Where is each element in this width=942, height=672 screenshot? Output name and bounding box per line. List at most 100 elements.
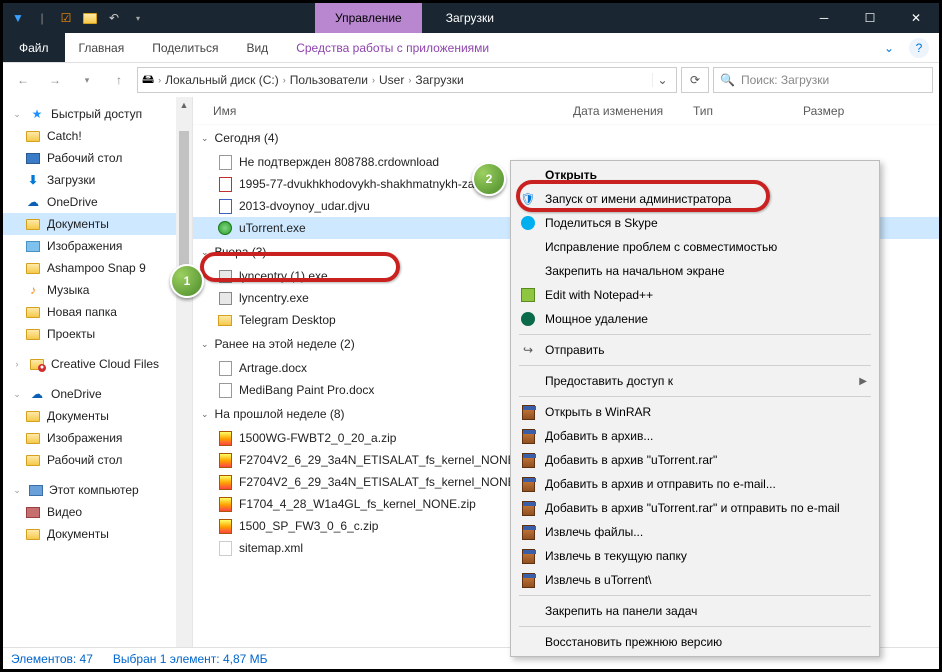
address-box[interactable]: 🖴 › Локальный диск (C:)› Пользователи› U… bbox=[137, 67, 677, 93]
sidebar-scrollbar[interactable]: ▲ bbox=[176, 97, 192, 647]
breadcrumb-seg[interactable]: User› bbox=[379, 73, 411, 87]
folder-icon: ⬇ bbox=[25, 172, 41, 188]
context-menu-item[interactable]: Мощное удаление bbox=[513, 307, 877, 331]
context-menu-item[interactable]: Восстановить прежнюю версию bbox=[513, 630, 877, 654]
minimize-button[interactable]: ─ bbox=[801, 3, 847, 33]
sidebar-onedrive[interactable]: ⌄☁OneDrive bbox=[3, 383, 192, 405]
col-name[interactable]: Имя bbox=[213, 104, 573, 118]
context-menu-item[interactable]: Добавить в архив "uTorrent.rar" bbox=[513, 448, 877, 472]
context-menu-item[interactable]: Edit with Notepad++ bbox=[513, 283, 877, 307]
folder-icon bbox=[25, 326, 41, 342]
file-icon bbox=[217, 382, 233, 398]
context-menu-item[interactable]: Извлечь в uTorrent\ bbox=[513, 568, 877, 592]
back-button[interactable]: ← bbox=[9, 66, 37, 94]
sidebar-item[interactable]: ♪Музыка bbox=[3, 279, 192, 301]
context-menu-item[interactable]: Открыть bbox=[513, 163, 877, 187]
context-icon bbox=[519, 427, 537, 445]
context-menu-item[interactable]: Закрепить на панели задач bbox=[513, 599, 877, 623]
folder-icon[interactable] bbox=[79, 7, 101, 29]
context-menu-item[interactable]: 🛡Запуск от имени администратора bbox=[513, 187, 877, 211]
col-type[interactable]: Тип bbox=[693, 104, 803, 118]
breadcrumb-seg[interactable]: Локальный диск (C:)› bbox=[165, 73, 286, 87]
undo-icon[interactable]: ↶ bbox=[103, 7, 125, 29]
sidebar-item[interactable]: ⬇Загрузки bbox=[3, 169, 192, 191]
tab-view[interactable]: Вид bbox=[232, 33, 282, 62]
cc-icon: ● bbox=[29, 356, 45, 372]
star-icon: ★ bbox=[29, 106, 45, 122]
divider-icon: | bbox=[31, 7, 53, 29]
breadcrumb-seg[interactable]: Загрузки bbox=[415, 73, 463, 87]
context-menu-item[interactable]: Добавить в архив... bbox=[513, 424, 877, 448]
context-icon bbox=[519, 523, 537, 541]
help-icon[interactable]: ? bbox=[909, 38, 929, 58]
sidebar-cc-files[interactable]: ›●Creative Cloud Files bbox=[3, 353, 192, 375]
breadcrumb-seg[interactable]: Пользователи› bbox=[290, 73, 375, 87]
col-date[interactable]: Дата изменения bbox=[573, 104, 693, 118]
file-icon bbox=[217, 452, 233, 468]
group-header[interactable]: ⌄Сегодня (4) bbox=[193, 125, 939, 151]
context-icon: 🛡 bbox=[519, 190, 537, 208]
refresh-button[interactable]: ⟳ bbox=[681, 67, 709, 93]
qat-dropdown-icon[interactable]: ▾ bbox=[127, 7, 149, 29]
address-dropdown-icon[interactable]: ⌄ bbox=[652, 73, 672, 87]
col-size[interactable]: Размер bbox=[803, 104, 873, 118]
context-menu-item[interactable]: Предоставить доступ к▶ bbox=[513, 369, 877, 393]
tab-home[interactable]: Главная bbox=[65, 33, 139, 62]
context-menu-item[interactable]: Открыть в WinRAR bbox=[513, 400, 877, 424]
context-separator bbox=[519, 334, 871, 335]
file-icon bbox=[217, 518, 233, 534]
context-icon bbox=[519, 214, 537, 232]
file-icon bbox=[217, 430, 233, 446]
sidebar-item[interactable]: Изображения bbox=[3, 235, 192, 257]
sidebar-item[interactable]: Изображения bbox=[3, 427, 192, 449]
context-icon bbox=[519, 166, 537, 184]
sidebar-quick-access[interactable]: ⌄★Быстрый доступ bbox=[3, 103, 192, 125]
file-icon bbox=[217, 312, 233, 328]
ribbon-expand-icon[interactable]: ⌄ bbox=[869, 33, 909, 62]
tab-share[interactable]: Поделиться bbox=[138, 33, 232, 62]
context-menu-item[interactable]: Добавить в архив и отправить по e-mail..… bbox=[513, 472, 877, 496]
recent-dropdown[interactable]: ▾ bbox=[73, 66, 101, 94]
context-menu-item[interactable]: Добавить в архив "uTorrent.rar" и отправ… bbox=[513, 496, 877, 520]
status-count: Элементов: 47 bbox=[11, 652, 93, 666]
context-icon bbox=[519, 262, 537, 280]
sidebar-item[interactable]: Документы bbox=[3, 213, 192, 235]
sidebar-item[interactable]: Документы bbox=[3, 523, 192, 545]
sidebar-item[interactable]: Проекты bbox=[3, 323, 192, 345]
context-menu-item[interactable]: Поделиться в Skype bbox=[513, 211, 877, 235]
maximize-button[interactable]: ☐ bbox=[847, 3, 893, 33]
file-tab[interactable]: Файл bbox=[3, 33, 65, 62]
folder-icon bbox=[25, 260, 41, 276]
down-arrow-icon[interactable]: ▼ bbox=[7, 7, 29, 29]
sidebar-item[interactable]: Ashampoo Snap 9 bbox=[3, 257, 192, 279]
context-icon bbox=[519, 475, 537, 493]
sidebar-item[interactable]: ☁OneDrive bbox=[3, 191, 192, 213]
file-icon bbox=[217, 360, 233, 376]
sidebar-item[interactable]: Документы bbox=[3, 405, 192, 427]
context-menu-item[interactable]: Извлечь файлы... bbox=[513, 520, 877, 544]
context-menu-item[interactable]: Исправление проблем с совместимостью bbox=[513, 235, 877, 259]
context-menu-item[interactable]: Закрепить на начальном экране bbox=[513, 259, 877, 283]
tab-app-tools[interactable]: Средства работы с приложениями bbox=[282, 33, 503, 62]
close-button[interactable]: ✕ bbox=[893, 3, 939, 33]
file-icon bbox=[217, 198, 233, 214]
folder-icon: ☁ bbox=[25, 194, 41, 210]
checkbox-icon[interactable]: ☑ bbox=[55, 7, 77, 29]
ribbon-tabs: Файл Главная Поделиться Вид Средства раб… bbox=[3, 33, 939, 63]
context-menu: Открыть🛡Запуск от имени администратораПо… bbox=[510, 160, 880, 657]
context-menu-item[interactable]: ↪Отправить bbox=[513, 338, 877, 362]
sidebar-item[interactable]: Catch! bbox=[3, 125, 192, 147]
up-button[interactable]: ↑ bbox=[105, 66, 133, 94]
context-icon bbox=[519, 571, 537, 589]
context-menu-item[interactable]: Извлечь в текущую папку bbox=[513, 544, 877, 568]
sidebar-item[interactable]: Видео bbox=[3, 501, 192, 523]
search-input[interactable]: 🔍 Поиск: Загрузки bbox=[713, 67, 933, 93]
sidebar-item[interactable]: Рабочий стол bbox=[3, 147, 192, 169]
folder-icon bbox=[25, 304, 41, 320]
sidebar-item[interactable]: Рабочий стол bbox=[3, 449, 192, 471]
sidebar-item[interactable]: Новая папка bbox=[3, 301, 192, 323]
forward-button[interactable]: → bbox=[41, 66, 69, 94]
context-icon bbox=[519, 451, 537, 469]
sidebar-this-pc[interactable]: ⌄Этот компьютер bbox=[3, 479, 192, 501]
context-separator bbox=[519, 626, 871, 627]
